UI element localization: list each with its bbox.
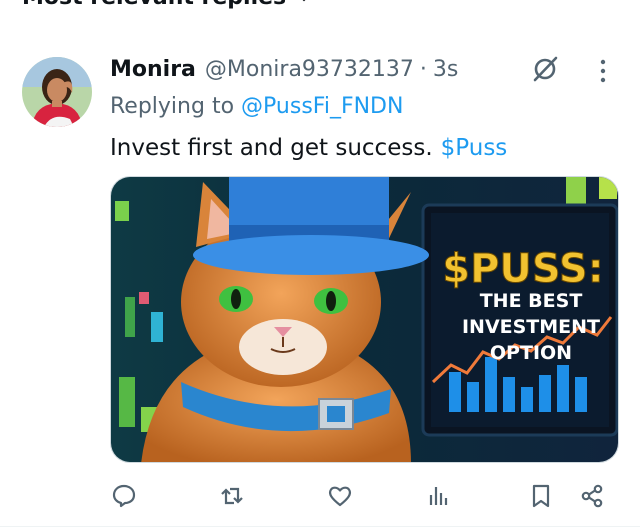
bookmark-icon bbox=[532, 484, 550, 508]
grok-icon[interactable] bbox=[530, 54, 560, 84]
more-icon[interactable] bbox=[596, 58, 610, 84]
reply-body: Invest first and get success. bbox=[110, 135, 433, 161]
replying-to-label: Replying to bbox=[110, 93, 235, 119]
avatar[interactable] bbox=[22, 57, 92, 127]
reply-icon bbox=[112, 484, 136, 508]
bookmark-button[interactable] bbox=[523, 478, 559, 514]
sort-label: Most relevant replies bbox=[22, 0, 286, 10]
views-button[interactable] bbox=[420, 478, 456, 514]
media-line-3: OPTION bbox=[490, 342, 572, 364]
media-line-2: INVESTMENT bbox=[462, 316, 600, 338]
like-button[interactable] bbox=[322, 478, 358, 514]
views-icon bbox=[429, 487, 448, 505]
media-image[interactable]: $PUSS: THE BEST INVESTMENT OPTION bbox=[110, 176, 619, 463]
heart-icon bbox=[328, 486, 352, 507]
cashtag-link[interactable]: $Puss bbox=[441, 135, 508, 161]
reply-button[interactable] bbox=[106, 478, 142, 514]
chevron-down-icon bbox=[302, 0, 306, 2]
divider bbox=[0, 526, 640, 527]
replying-to-mention[interactable]: @PussFi_FNDN bbox=[241, 94, 403, 119]
replying-to: Replying to @PussFi_FNDN bbox=[110, 90, 403, 122]
user-handle[interactable]: @Monira93732137 bbox=[205, 57, 414, 82]
media-line-1: THE BEST bbox=[480, 290, 583, 312]
share-button[interactable] bbox=[574, 478, 610, 514]
sort-dropdown[interactable]: Most relevant replies bbox=[22, 0, 312, 10]
display-name[interactable]: Monira bbox=[110, 57, 196, 82]
share-icon bbox=[581, 484, 603, 508]
repost-button[interactable] bbox=[214, 478, 250, 514]
action-bar bbox=[0, 478, 640, 514]
reply-text: Invest first and get success. $Puss bbox=[110, 131, 507, 165]
separator-dot: · bbox=[419, 56, 427, 82]
repost-icon bbox=[221, 487, 243, 505]
timestamp[interactable]: 3s bbox=[433, 57, 458, 82]
reply-header: Monira @Monira93732137 · 3s bbox=[110, 52, 458, 86]
media-headline: $PUSS: bbox=[442, 246, 603, 292]
